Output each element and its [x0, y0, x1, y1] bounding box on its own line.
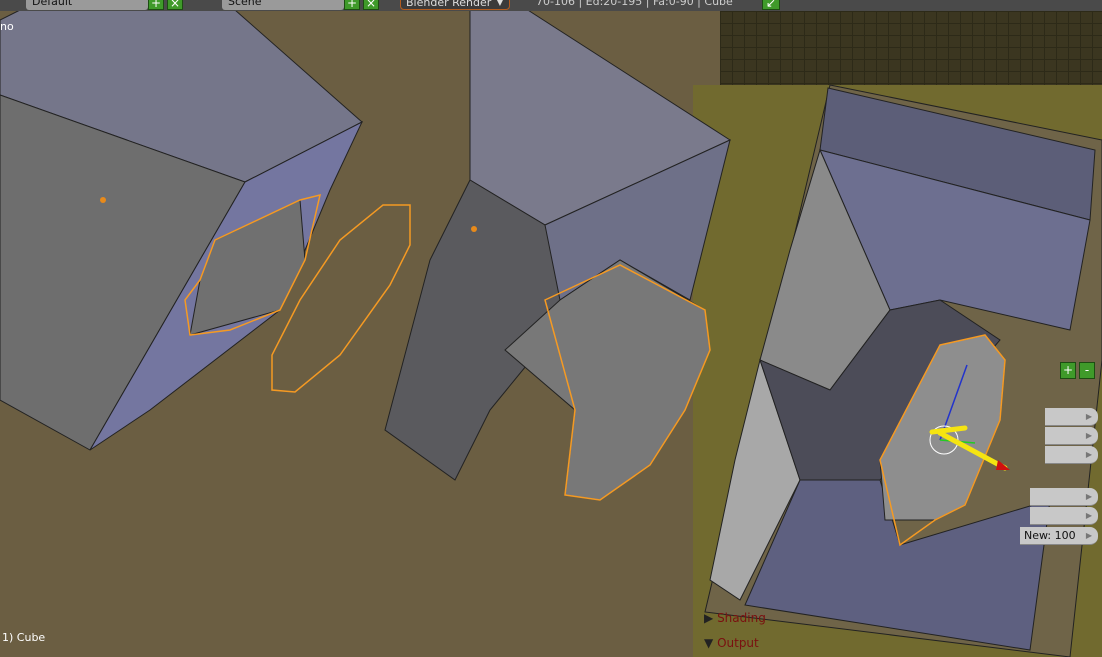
remove-scene-button[interactable]: × — [363, 0, 379, 10]
view-label: no — [0, 20, 14, 33]
property-button[interactable]: ▶ — [1030, 507, 1098, 525]
section-shading[interactable]: ▶ Shading — [704, 611, 766, 625]
remove-layout-button[interactable]: × — [167, 0, 183, 10]
add-layout-button[interactable]: + — [148, 0, 164, 10]
viewport-3d[interactable] — [0, 0, 1102, 657]
property-button[interactable]: ▶ — [1045, 427, 1098, 445]
triangle-down-icon: ▼ — [704, 636, 714, 650]
render-engine-label: Blender Render — [406, 0, 492, 9]
add-scene-button[interactable]: + — [344, 0, 360, 10]
object-label: 1) Cube — [2, 631, 46, 644]
scene-select[interactable]: Scene — [222, 0, 344, 10]
origin-dot — [100, 197, 106, 203]
section-output[interactable]: ▼ Output — [704, 636, 759, 650]
section-label: Shading — [717, 611, 766, 625]
scene-stats: 70-106 | Ed:20-195 | Fa:0-90 | Cube — [536, 0, 733, 8]
remove-slot-button[interactable]: - — [1079, 362, 1095, 379]
new-value-label: New: 100 — [1024, 529, 1076, 542]
section-label: Output — [717, 636, 759, 650]
origin-dot-2 — [471, 226, 477, 232]
property-button[interactable]: ▶ — [1030, 488, 1098, 506]
layout-select[interactable]: Default — [26, 0, 148, 10]
add-slot-button[interactable]: + — [1060, 362, 1076, 379]
render-engine-select[interactable]: Blender Render ▼ — [400, 0, 510, 10]
property-button[interactable]: ▶ — [1045, 408, 1098, 426]
triangle-right-icon: ▶ — [704, 611, 714, 625]
property-button[interactable]: ▶ — [1045, 446, 1098, 464]
chevron-down-icon: ▼ — [496, 0, 503, 7]
new-value-field[interactable]: New: 100 ▶ — [1020, 527, 1098, 545]
fullscreen-button[interactable]: ↙ — [762, 0, 780, 10]
